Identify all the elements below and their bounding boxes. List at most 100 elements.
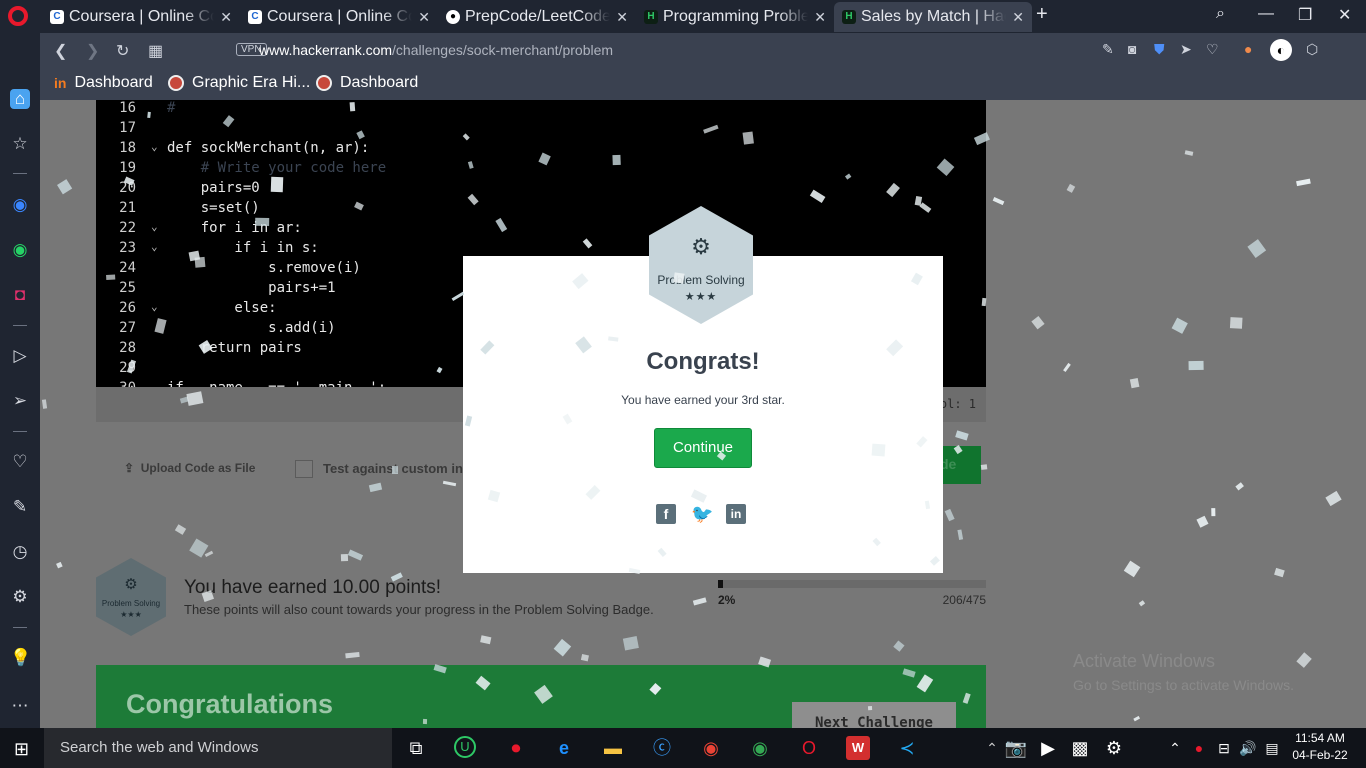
custom-input-checkbox[interactable]	[295, 460, 313, 478]
modal-title: Congrats!	[646, 348, 760, 375]
wps-office-icon[interactable]: W	[846, 736, 870, 760]
history-icon[interactable]: ◷	[10, 542, 30, 562]
heart-icon[interactable]: ♡	[10, 452, 30, 472]
confetti-piece	[1129, 378, 1140, 389]
whatsapp-icon[interactable]: ◉	[10, 240, 30, 260]
confetti-piece	[955, 430, 969, 441]
shield-icon[interactable]: ⛊	[1154, 41, 1165, 58]
vscode-icon[interactable]: ≺	[895, 736, 919, 760]
heart-icon[interactable]: ♡	[1206, 41, 1219, 58]
taskbar-search-input[interactable]: Search the web and Windows	[44, 728, 392, 768]
graphic-era-icon	[168, 75, 184, 91]
close-tab-icon[interactable]: ✕	[418, 9, 430, 26]
sidebar-divider	[13, 431, 27, 432]
tab-sales-by-match[interactable]: H Sales by Match | HackerRank ✕	[834, 2, 1032, 32]
send-icon[interactable]: ➢	[10, 391, 30, 411]
confetti-piece	[1196, 515, 1209, 528]
player-icon[interactable]: ▷	[10, 346, 30, 366]
close-tab-icon[interactable]: ✕	[814, 9, 826, 26]
close-tab-icon[interactable]: ✕	[616, 9, 628, 26]
dashboard-icon	[316, 75, 332, 91]
minimize-button[interactable]: —	[1258, 5, 1274, 23]
send-icon[interactable]: ➤	[1180, 41, 1192, 58]
confetti-piece	[1295, 178, 1311, 186]
badge-name-small: Problem Solving	[101, 599, 161, 608]
camera-icon[interactable]: 📷	[1004, 736, 1028, 760]
file-explorer-icon[interactable]: ▬	[601, 736, 625, 760]
tab-programming-problems[interactable]: H Programming Problems ✕	[636, 2, 834, 32]
confetti-piece	[1123, 560, 1141, 578]
url-field[interactable]: www.hackerrank.com/challenges/sock-merch…	[259, 42, 613, 58]
settings-icon[interactable]: ⚙	[1102, 736, 1126, 760]
bookmark-dashboard-1[interactable]: in Dashboard	[54, 74, 153, 92]
restore-button[interactable]: ❐	[1298, 5, 1312, 25]
facebook-icon[interactable]: f	[656, 504, 676, 524]
gear-icon[interactable]: ⚙	[10, 587, 30, 607]
clock-time[interactable]: 11:54 AM	[1290, 731, 1350, 745]
opera-taskbar-icon[interactable]: O	[797, 736, 821, 760]
edit-icon[interactable]: ✎	[1102, 41, 1114, 58]
recorder-tray-icon[interactable]: ●	[1187, 736, 1211, 760]
more-icon[interactable]: ⋯	[10, 696, 30, 716]
close-tab-icon[interactable]: ✕	[1012, 9, 1024, 26]
opera-menu-icon[interactable]	[8, 6, 28, 26]
profile-icon[interactable]: ◐	[1270, 39, 1292, 61]
close-tab-icon[interactable]: ✕	[220, 9, 232, 26]
points-headline: You have earned 10.00 points!	[184, 577, 442, 598]
cube-icon[interactable]: ⬡	[1306, 41, 1318, 58]
gallery-icon[interactable]: ▩	[1068, 736, 1092, 760]
windows-start-icon[interactable]: ⊞	[14, 739, 29, 760]
instagram-icon[interactable]: ◘	[10, 285, 30, 305]
show-hidden-icons[interactable]: ⌃	[1163, 736, 1187, 760]
notifications-icon[interactable]: ▤	[1260, 736, 1284, 760]
upload-code-button[interactable]: ⇪ Upload Code as File	[124, 461, 255, 475]
continue-button[interactable]: Continue	[654, 428, 752, 468]
linkedin-icon[interactable]: in	[726, 504, 746, 524]
tray-overflow-icon[interactable]: ⌃	[980, 736, 1004, 760]
tab-coursera-1[interactable]: C Coursera | Online Courses ✕	[42, 2, 240, 32]
bookmark-dashboard-2[interactable]: Dashboard	[316, 74, 418, 92]
edit-icon[interactable]: ✎	[10, 497, 30, 517]
tab-coursera-2[interactable]: C Coursera | Online Courses ✕	[240, 2, 438, 32]
camera-icon[interactable]: ◙	[1128, 41, 1136, 57]
twitter-icon[interactable]: 🐦	[691, 504, 713, 524]
new-tab-button[interactable]: +	[1036, 3, 1048, 26]
lightbulb-icon[interactable]: 💡	[10, 648, 31, 668]
confetti-piece	[1247, 238, 1266, 258]
star-icon[interactable]: ☆	[10, 134, 30, 154]
screen-recorder-icon[interactable]: ⏺	[504, 736, 528, 760]
task-view-icon[interactable]: ⧉	[404, 736, 428, 760]
badge-stars: ★★★	[684, 291, 718, 303]
congrats-modal: ⚙ Problem Solving ★★★ Congrats! You have…	[463, 206, 943, 573]
confetti-piece	[1274, 567, 1285, 577]
home-icon[interactable]: ⌂	[10, 89, 30, 109]
reload-button[interactable]: ↻	[116, 41, 129, 61]
page-content: 16 #17 18 def sockMerchant(n, ar): 19 # Writ…	[40, 100, 1366, 728]
coursera-icon: C	[50, 10, 64, 24]
edge-icon[interactable]: e	[552, 736, 576, 760]
bookmark-graphic-era[interactable]: Graphic Era Hi...	[168, 74, 310, 92]
volume-icon[interactable]: 🔊	[1236, 736, 1260, 760]
upwork-icon[interactable]: U	[454, 736, 476, 758]
sidebar-divider	[13, 173, 27, 174]
search-tabs-icon[interactable]: ⌕	[1216, 5, 1225, 23]
back-button[interactable]: ❮	[54, 41, 67, 61]
confetti-piece	[205, 550, 214, 557]
confetti-piece	[345, 652, 360, 659]
extension-icon[interactable]: ●	[1244, 41, 1252, 57]
messenger-icon[interactable]: ◉	[10, 195, 30, 215]
speed-dial-icon[interactable]: ▦	[148, 41, 163, 61]
close-window-button[interactable]: ✕	[1338, 5, 1351, 25]
bookmarks-bar: in Dashboard Graphic Era Hi... Dashboard	[40, 67, 1366, 100]
cortana-icon[interactable]: ⓒ	[650, 736, 674, 760]
chrome-icon-2[interactable]: ◉	[748, 736, 772, 760]
network-icon[interactable]: ⊟	[1212, 736, 1236, 760]
video-icon[interactable]: ▶	[1036, 736, 1060, 760]
chrome-icon[interactable]: ◉	[699, 736, 723, 760]
clock-date[interactable]: 04-Feb-22	[1290, 748, 1350, 762]
forward-button[interactable]: ❯	[86, 41, 99, 61]
congratulations-banner: Congratulations Next Challenge	[96, 665, 986, 728]
next-challenge-button[interactable]: Next Challenge	[792, 702, 956, 728]
confetti-piece	[189, 538, 209, 558]
tab-github[interactable]: ● PrepCode/LeetCode ✕	[438, 2, 636, 32]
